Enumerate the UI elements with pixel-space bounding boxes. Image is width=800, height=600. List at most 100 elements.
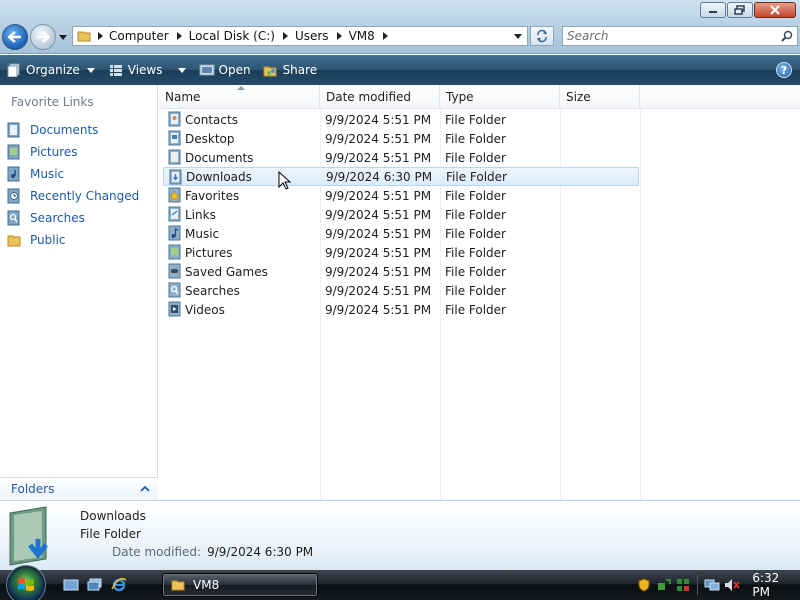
breadcrumb: Computer Local Disk (C:) Users VM8 — [93, 27, 393, 45]
breadcrumb-separator-icon[interactable] — [279, 27, 293, 45]
file-row-music[interactable]: Music 9/9/2024 5:51 PM File Folder — [163, 224, 639, 243]
file-name: Links — [185, 207, 216, 222]
file-row-pictures[interactable]: Pictures 9/9/2024 5:51 PM File Folder — [163, 243, 639, 262]
favorite-link-label: Documents — [30, 123, 99, 137]
breadcrumb-separator-icon[interactable] — [173, 27, 187, 45]
column-divider — [640, 109, 641, 499]
taskbar: VM8 6:32 PM — [0, 565, 800, 600]
column-header-name[interactable]: Name — [159, 85, 320, 109]
recently-changed-icon — [6, 188, 22, 204]
internet-explorer-icon[interactable] — [110, 576, 128, 594]
file-name: Videos — [185, 302, 225, 317]
chevron-up-icon — [140, 485, 150, 492]
system-clock[interactable]: 6:32 PM — [752, 571, 800, 599]
close-button[interactable] — [754, 2, 796, 18]
search-icon[interactable] — [777, 27, 797, 45]
share-button[interactable]: Share — [257, 57, 324, 83]
breadcrumb-computer[interactable]: Computer — [107, 29, 173, 43]
breadcrumb-vm8[interactable]: VM8 — [347, 29, 379, 43]
views-button[interactable]: Views — [102, 57, 193, 83]
title-bar: Computer Local Disk (C:) Users VM8 — [0, 0, 800, 54]
address-bar[interactable]: Computer Local Disk (C:) Users VM8 — [72, 26, 528, 46]
file-row-saved-games[interactable]: Saved Games 9/9/2024 5:51 PM File Folder — [163, 262, 639, 281]
start-button[interactable] — [6, 565, 46, 600]
quick-launch — [62, 576, 128, 594]
file-date: 9/9/2024 6:30 PM — [326, 169, 433, 184]
file-date: 9/9/2024 5:51 PM — [325, 112, 432, 127]
file-row-favorites[interactable]: Favorites 9/9/2024 5:51 PM File Folder — [163, 186, 639, 205]
favorite-link-pictures[interactable]: Pictures — [6, 141, 139, 163]
breadcrumb-local-disk[interactable]: Local Disk (C:) — [187, 29, 279, 43]
column-header-size[interactable]: Size — [560, 85, 640, 109]
file-type: File Folder — [445, 112, 506, 127]
breadcrumb-users[interactable]: Users — [293, 29, 333, 43]
refresh-button[interactable] — [530, 26, 554, 46]
documents-folder-icon — [168, 149, 181, 165]
file-row-downloads[interactable]: Downloads 9/9/2024 6:30 PM File Folder — [163, 167, 639, 186]
address-dropdown-button[interactable] — [511, 27, 525, 45]
file-name: Pictures — [185, 245, 233, 260]
details-date-modified: Date modified: 9/9/2024 6:30 PM — [112, 545, 313, 559]
column-header-label: Type — [446, 90, 474, 104]
sort-ascending-icon — [237, 86, 245, 90]
taskbar-window-vm8[interactable]: VM8 — [162, 573, 318, 597]
organize-button[interactable]: Organize — [0, 57, 102, 83]
file-row-desktop[interactable]: Desktop 9/9/2024 5:51 PM File Folder — [163, 129, 639, 148]
back-arrow-icon — [8, 31, 21, 43]
folders-toggle[interactable]: Folders — [0, 477, 158, 499]
column-header-date-modified[interactable]: Date modified — [320, 85, 440, 109]
file-date: 9/9/2024 5:51 PM — [325, 150, 432, 165]
favorite-link-music[interactable]: Music — [6, 163, 139, 185]
recent-pages-button[interactable] — [58, 32, 68, 42]
minimize-button[interactable] — [700, 2, 726, 18]
file-name: Documents — [185, 150, 254, 165]
music-icon — [6, 166, 22, 182]
network-icon[interactable] — [704, 577, 720, 593]
contacts-folder-icon — [168, 111, 181, 127]
file-row-searches[interactable]: Searches 9/9/2024 5:51 PM File Folder — [163, 281, 639, 300]
windows-defender-icon[interactable] — [676, 577, 692, 593]
breadcrumb-separator-icon[interactable] — [93, 27, 107, 45]
open-button[interactable]: Open — [193, 57, 257, 83]
file-row-videos[interactable]: Videos 9/9/2024 5:51 PM File Folder — [163, 300, 639, 319]
favorite-link-public[interactable]: Public — [6, 229, 139, 251]
help-icon[interactable]: ? — [776, 62, 792, 78]
minimize-icon — [709, 11, 717, 13]
favorite-links-heading: Favorite Links — [11, 95, 94, 109]
favorite-link-searches[interactable]: Searches — [6, 207, 139, 229]
desktop-folder-icon — [168, 130, 181, 146]
downloads-folder-icon — [169, 169, 182, 185]
back-button[interactable] — [2, 24, 28, 50]
security-shield-icon[interactable] — [636, 577, 652, 593]
breadcrumb-separator-icon[interactable] — [379, 27, 393, 45]
folders-label: Folders — [11, 481, 55, 496]
file-list: Name Date modified Type Size Contacts 9/… — [159, 85, 800, 499]
favorite-link-recently-changed[interactable]: Recently Changed — [6, 185, 139, 207]
favorite-link-label: Public — [30, 233, 66, 247]
column-header-type[interactable]: Type — [440, 85, 560, 109]
file-date: 9/9/2024 5:51 PM — [325, 283, 432, 298]
forward-button[interactable] — [30, 24, 56, 50]
maximize-button[interactable] — [727, 2, 753, 18]
searches-folder-icon — [168, 282, 181, 298]
search-input[interactable] — [563, 27, 777, 45]
show-desktop-icon[interactable] — [62, 576, 80, 594]
details-date-label: Date modified: — [112, 545, 202, 559]
breadcrumb-separator-icon[interactable] — [333, 27, 347, 45]
volume-muted-icon[interactable] — [724, 577, 741, 593]
pictures-folder-icon — [168, 244, 181, 260]
documents-icon — [6, 122, 22, 138]
favorite-link-documents[interactable]: Documents — [6, 119, 139, 141]
switch-windows-icon[interactable] — [86, 576, 104, 594]
search-box — [562, 26, 798, 46]
file-type: File Folder — [445, 226, 506, 241]
favorites-folder-icon — [168, 187, 181, 203]
windows-update-icon[interactable] — [656, 577, 672, 593]
refresh-icon — [537, 29, 547, 43]
file-row-links[interactable]: Links 9/9/2024 5:51 PM File Folder — [163, 205, 639, 224]
organize-icon — [6, 62, 22, 78]
file-name: Contacts — [185, 112, 238, 127]
file-row-contacts[interactable]: Contacts 9/9/2024 5:51 PM File Folder — [163, 110, 639, 129]
forward-arrow-icon — [37, 31, 50, 43]
file-row-documents[interactable]: Documents 9/9/2024 5:51 PM File Folder — [163, 148, 639, 167]
